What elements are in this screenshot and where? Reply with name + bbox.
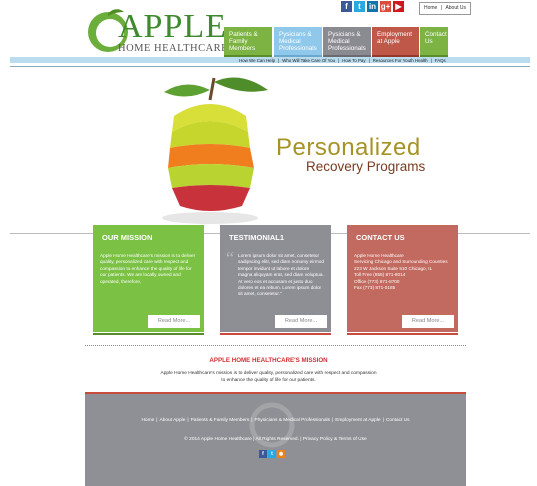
separator: | xyxy=(278,58,280,63)
brand-subtitle: HOME HEALTHCARE xyxy=(118,43,229,54)
read-more-button[interactable]: Read More... xyxy=(148,315,200,328)
home-link[interactable]: Home xyxy=(423,5,438,11)
dotted-divider xyxy=(85,345,466,346)
footer-stripe xyxy=(85,392,466,394)
footer-social: f t ◉ xyxy=(259,450,285,458)
separator: | xyxy=(430,58,432,63)
linkedin-icon[interactable]: in xyxy=(367,1,378,12)
box-title: TESTIMONIAL1 xyxy=(229,233,285,242)
youtube-icon[interactable]: ▶ xyxy=(393,1,404,12)
box-stripe xyxy=(220,333,331,335)
footer-link[interactable]: Contact Us xyxy=(385,418,411,423)
googleplus-icon[interactable]: g+ xyxy=(380,1,391,12)
subnav-link[interactable]: How To Pay xyxy=(342,57,365,65)
nav-tab[interactable]: Employment at Apple xyxy=(372,27,419,57)
footer-link[interactable]: About Apple xyxy=(158,418,186,423)
nav-tab-label: Pysicians & Medical Professionals xyxy=(328,31,366,53)
subnav-link[interactable]: FAQs xyxy=(435,57,446,65)
nav-tab-label: Patients & Family Members xyxy=(229,31,258,53)
box-text-body: Lorem ipsum dolor sit amet, consetetur s… xyxy=(238,253,324,297)
nav-tab-label: Employment at Apple xyxy=(377,31,412,46)
mission-title: APPLE HOME HEALTHCARE'S MISSION xyxy=(209,357,328,364)
contact-line: Servicing Chicago and Surrounding Counti… xyxy=(354,259,448,265)
footer-copyright: © 2014 Apple Home Healthcare | All Right… xyxy=(184,437,367,442)
contact-line[interactable]: Fax (773) 871-0185 xyxy=(354,285,452,291)
box-text: Apple Home Healthcare Servicing Chicago a… xyxy=(354,253,452,291)
feature-box: TESTIMONIAL1 “Lorem ipsum dolor sit amet,… xyxy=(220,225,331,335)
hero-title: Personalized xyxy=(276,134,421,161)
quote-icon: “ xyxy=(226,248,234,268)
top-links: Home | About Us xyxy=(419,2,472,15)
box-stripe xyxy=(347,333,458,335)
footer-links: Home | About Apple | Patients & Family Membe… xyxy=(85,418,466,423)
separator: | xyxy=(338,58,340,63)
box-stripe xyxy=(93,333,204,335)
about-link[interactable]: About Us xyxy=(444,5,467,11)
facebook-icon[interactable]: f xyxy=(341,1,352,12)
read-more-button[interactable]: Read More... xyxy=(402,315,454,328)
footer-link[interactable]: Physicians & Medical Professionals xyxy=(254,418,331,423)
hero-apple-image xyxy=(162,77,268,224)
box-title: OUR MISSION xyxy=(102,233,153,242)
box-text-body: Apple Home Healthcare's mission is to de… xyxy=(100,253,196,284)
subnav-link[interactable]: Resources For Youth Health xyxy=(373,57,428,65)
hero-subtitle: Recovery Programs xyxy=(306,159,426,174)
feature-box: CONTACT US Apple Home Healthcare Servicing… xyxy=(347,225,458,335)
twitter-icon[interactable]: t xyxy=(354,1,365,12)
separator: | xyxy=(440,5,443,11)
twitter-icon[interactable]: t xyxy=(268,450,276,458)
read-more-button[interactable]: Read More... xyxy=(275,315,327,328)
separator: | xyxy=(368,58,370,63)
brand-title[interactable]: APPLE xyxy=(118,10,227,44)
footer-link[interactable]: Home xyxy=(140,418,155,423)
social-links: f t in g+ ▶ xyxy=(341,1,404,13)
subnav-link[interactable]: How We Can Help xyxy=(239,57,275,65)
rss-icon[interactable]: ◉ xyxy=(277,450,285,458)
nav-tab[interactable]: Contact Us xyxy=(420,27,448,57)
footer-link[interactable]: Employment at Apple xyxy=(334,418,381,423)
box-title: CONTACT US xyxy=(356,233,405,242)
feature-box: OUR MISSION Apple Home Healthcare's missi… xyxy=(93,225,204,335)
nav-tab-label: Pysicians & Medical Professionals xyxy=(279,31,317,53)
nav-tab[interactable]: Patients & Family Members xyxy=(224,27,272,57)
nav-tab[interactable]: Pysicians & Medical Professionals xyxy=(323,27,371,57)
nav-tab[interactable]: Pysicians & Medical Professionals xyxy=(274,27,322,57)
box-text: “Lorem ipsum dolor sit amet, consetetur … xyxy=(226,249,324,298)
facebook-icon[interactable]: f xyxy=(259,450,267,458)
subnav-link[interactable]: Who Will Take Care Of You xyxy=(282,57,335,65)
mission-text: Apple Home Healthcare's mission is to de… xyxy=(160,371,377,383)
divider xyxy=(10,66,530,67)
nav-tab-label: Contact Us xyxy=(425,31,447,46)
footer-link[interactable]: Patients & Family Members xyxy=(190,418,251,423)
box-text: Apple Home Healthcare's mission is to de… xyxy=(100,253,198,285)
sub-nav: How We Can Help | Who Will Take Care Of Yo… xyxy=(10,57,530,65)
